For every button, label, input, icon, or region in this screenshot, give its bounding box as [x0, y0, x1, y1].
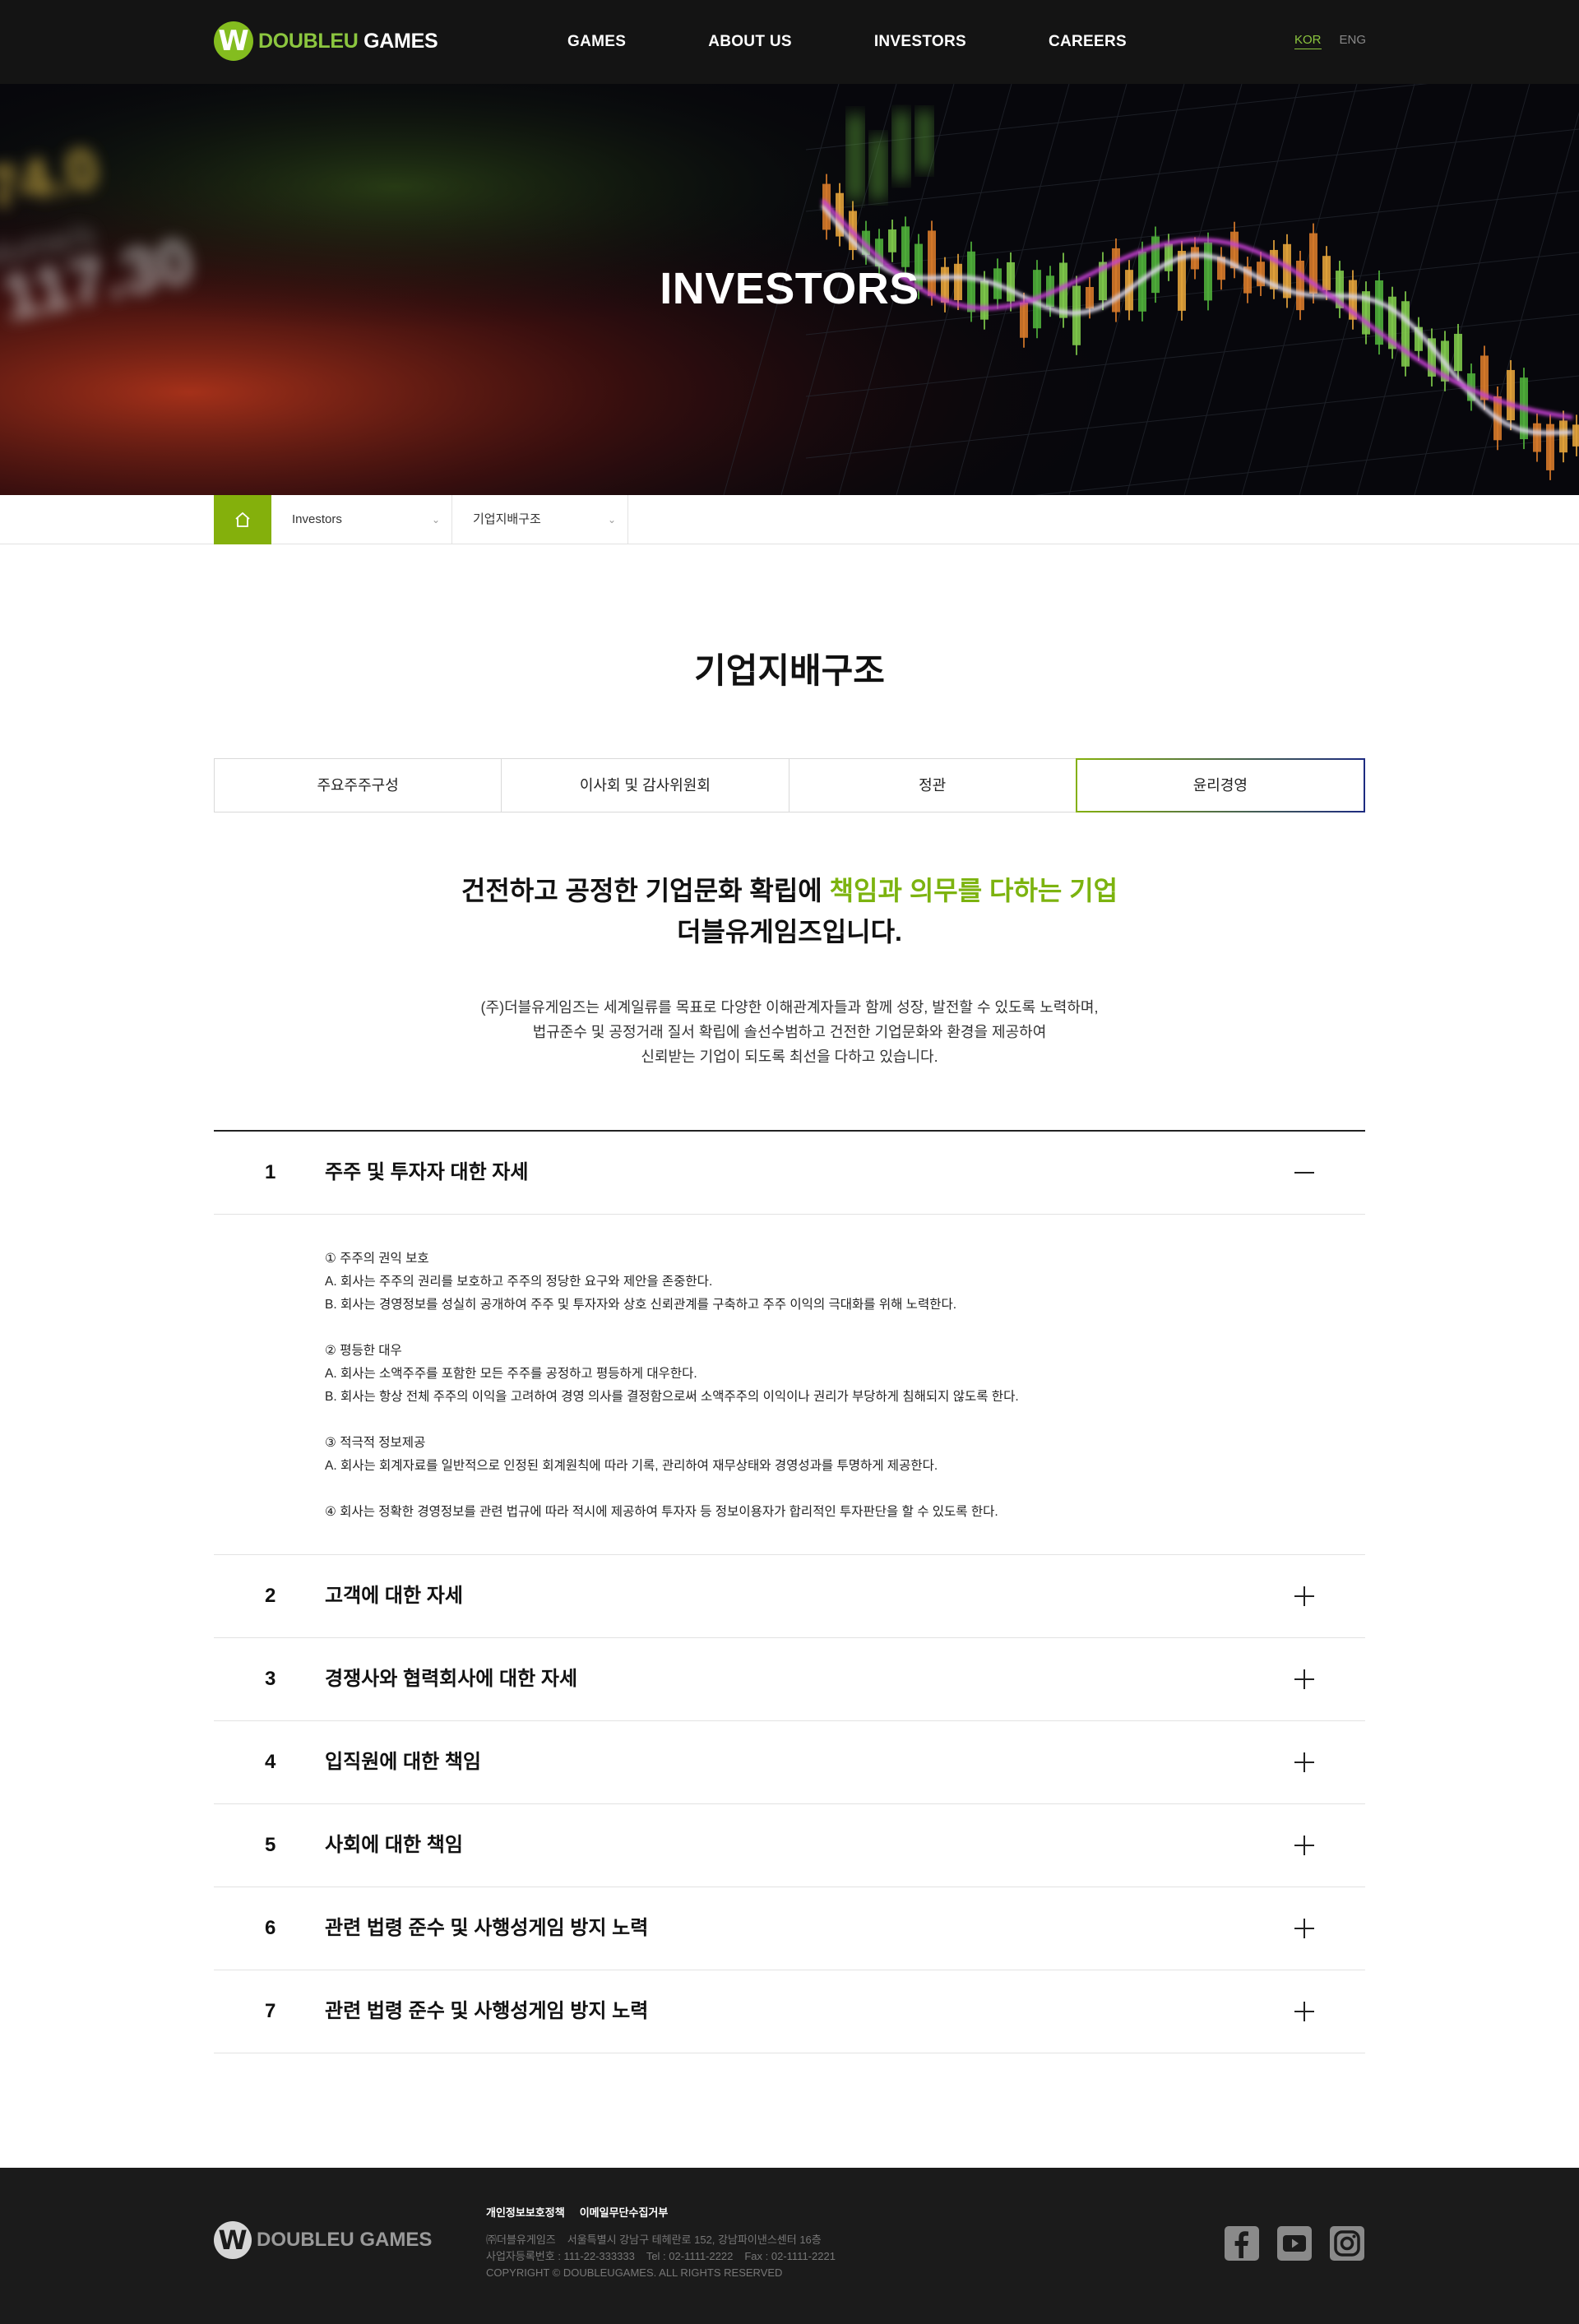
content-line: A. 회사는 주주의 권리를 보호하고 주주의 정당한 요구와 제안을 존중한다… [325, 1275, 713, 1289]
hero-banner: 74.0 117.30 olume/s INVESTORS [0, 84, 1579, 495]
plus-icon[interactable] [1294, 1752, 1314, 1772]
youtube-icon[interactable] [1276, 2225, 1313, 2262]
accordion-header[interactable]: 6 관련 법령 준수 및 사행성게임 방지 노력 [214, 1887, 1365, 1970]
accordion-number: 1 [265, 1161, 276, 1183]
content-line: B. 회사는 항상 전체 주주의 이익을 고려하여 경영 의사를 결정함으로써 … [325, 1390, 1019, 1404]
nav-careers[interactable]: CAREERS [1049, 0, 1127, 84]
content-line: ① 주주의 권익 보호 [325, 1252, 429, 1266]
main-nav: GAMES ABOUT US INVESTORS CAREERS [567, 0, 1127, 84]
phone-number: Tel : 02-1111-2222 [646, 2250, 734, 2262]
accordion-header[interactable]: 5 사회에 대한 책임 [214, 1804, 1365, 1887]
hero-title: INVESTORS [660, 264, 919, 313]
chevron-down-icon: ⌄ [431, 514, 440, 525]
instagram-icon[interactable] [1329, 2225, 1365, 2262]
accordion-number: 2 [265, 1585, 276, 1607]
logo-w-icon: W [214, 21, 253, 61]
privacy-policy-link[interactable]: 개인정보보호정책 [486, 2204, 565, 2220]
footer-links: 개인정보보호정책 이메일무단수집거부 [486, 2204, 668, 2220]
tab-major-shareholders[interactable]: 주요주주구성 [214, 758, 502, 812]
home-icon [235, 512, 250, 527]
accordion-title: 사회에 대한 책임 [325, 1834, 463, 1856]
breadcrumb-label: Investors [292, 512, 342, 526]
tab-board-audit[interactable]: 이사회 및 감사위원회 [501, 758, 790, 812]
breadcrumb-dropdown-governance[interactable]: 기업지배구조 ⌄ [452, 495, 628, 544]
accordion-title: 고객에 대한 자세 [325, 1585, 463, 1607]
facebook-icon[interactable] [1224, 2225, 1260, 2262]
content-line: ③ 적극적 정보제공 [325, 1436, 426, 1450]
content-line: ② 평등한 대우 [325, 1344, 402, 1358]
plus-icon[interactable] [1294, 1669, 1314, 1689]
footer-logo[interactable]: W DOUBLEU GAMES [214, 2221, 432, 2259]
accordion-number: 6 [265, 1917, 276, 1939]
breadcrumb-dropdown-investors[interactable]: Investors ⌄ [271, 495, 452, 544]
plus-icon[interactable] [1294, 1586, 1314, 1606]
business-number: 사업자등록번호 : 111-22-333333 [486, 2250, 635, 2262]
nav-investors[interactable]: INVESTORS [874, 0, 966, 84]
fax-number: Fax : 02-1111-2221 [744, 2250, 836, 2262]
lang-eng[interactable]: ENG [1340, 33, 1367, 49]
section-tabs: 주요주주구성 이사회 및 감사위원회 정관 윤리경영 [214, 758, 1365, 812]
minus-icon[interactable] [1294, 1163, 1314, 1183]
tab-ethics[interactable]: 윤리경영 [1075, 758, 1365, 812]
tab-articles[interactable]: 정관 [788, 758, 1077, 812]
accordion-header[interactable]: 3 경쟁사와 협력회사에 대한 자세 [214, 1638, 1365, 1721]
logo-text: DOUBLEU GAMES [258, 29, 438, 53]
accordion-number: 7 [265, 2000, 276, 2022]
accordion-header[interactable]: 4 입직원에 대한 책임 [214, 1721, 1365, 1804]
plus-icon[interactable] [1294, 1836, 1314, 1855]
accordion-number: 4 [265, 1751, 276, 1773]
email-refusal-link[interactable]: 이메일무단수집거부 [580, 2204, 669, 2220]
page-title: 기업지배구조 [694, 651, 885, 690]
lang-kor[interactable]: KOR [1294, 33, 1322, 49]
accordion-header[interactable]: 1 주주 및 투자자 대한 자세 [214, 1132, 1365, 1215]
intro-heading-text-2: 더블유게임즈입니다. [677, 917, 902, 947]
content-line: A. 회사는 소액주주를 포함한 모든 주주를 공정하고 평등하게 대우한다. [325, 1367, 697, 1381]
accordion-title: 관련 법령 준수 및 사행성게임 방지 노력 [325, 1917, 649, 1939]
accordion-content: ① 주주의 권익 보호 A. 회사는 주주의 권리를 보호하고 주주의 정당한 … [214, 1215, 1365, 1555]
language-switcher: KOR ENG [1294, 33, 1366, 49]
nav-games[interactable]: GAMES [567, 0, 626, 84]
company-address: 서울특별시 강남구 테헤란로 152, 강남파이낸스센터 16층 [567, 2234, 822, 2246]
content-line: A. 회사는 회계자료를 일반적으로 인정된 회계원칙에 따라 기록, 관리하여… [325, 1459, 938, 1473]
accordion-title: 주주 및 투자자 대한 자세 [325, 1161, 529, 1183]
intro-heading-text: 건전하고 공정한 기업문화 확립에 [461, 876, 830, 905]
company-name: ㈜더블유게임즈 [486, 2234, 556, 2246]
logo-w-icon: W [214, 2221, 252, 2259]
intro-description: (주)더블유게임즈는 세계일류를 목표로 다양한 이해관계자들과 함께 성장, … [0, 995, 1579, 1069]
content-line: B. 회사는 경영정보를 성실히 공개하여 주주 및 투자자와 상호 신뢰관계를… [325, 1298, 957, 1312]
footer-company-info: ㈜더블유게임즈 서울특별시 강남구 테헤란로 152, 강남파이낸스센터 16층 … [486, 2232, 836, 2281]
plus-icon[interactable] [1294, 1919, 1314, 1938]
intro-heading-accent: 책임과 의무를 다하는 기업 [829, 876, 1118, 905]
plus-icon[interactable] [1294, 2002, 1314, 2021]
accordion-header[interactable]: 2 고객에 대한 자세 [214, 1555, 1365, 1638]
accordion-number: 3 [265, 1668, 276, 1690]
breadcrumb: Investors ⌄ 기업지배구조 ⌄ [0, 495, 1579, 544]
breadcrumb-home-button[interactable] [214, 495, 271, 544]
copyright: COPYRIGHT © DOUBLEUGAMES. ALL RIGHTS RES… [486, 2266, 783, 2279]
ethics-accordion: 1 주주 및 투자자 대한 자세 ① 주주의 권익 보호 A. 회사는 주주의 … [214, 1130, 1365, 2053]
breadcrumb-label: 기업지배구조 [473, 512, 541, 526]
intro-line: (주)더블유게임즈는 세계일류를 목표로 다양한 이해관계자들과 함께 성장, … [480, 999, 1099, 1016]
accordion-title: 관련 법령 준수 및 사행성게임 방지 노력 [325, 2000, 649, 2022]
nav-about-us[interactable]: ABOUT US [708, 0, 792, 84]
accordion-title: 경쟁사와 협력회사에 대한 자세 [325, 1668, 578, 1690]
social-links [1224, 2225, 1382, 2262]
accordion-title: 입직원에 대한 책임 [325, 1751, 481, 1773]
chevron-down-icon: ⌄ [607, 514, 616, 525]
intro-heading: 건전하고 공정한 기업문화 확립에 책임과 의무를 다하는 기업 더블유게임즈입… [0, 870, 1579, 952]
content-line: ④ 회사는 정확한 경영정보를 관련 법규에 따라 적시에 제공하여 투자자 등… [325, 1505, 998, 1519]
site-header: W DOUBLEU GAMES GAMES ABOUT US INVESTORS… [0, 0, 1579, 84]
accordion-number: 5 [265, 1834, 276, 1856]
intro-line: 법규준수 및 공정거래 질서 확립에 솔선수범하고 건전한 기업문화와 환경을 … [532, 1024, 1047, 1040]
site-footer: W DOUBLEU GAMES 개인정보보호정책 이메일무단수집거부 ㈜더블유게… [0, 2168, 1579, 2324]
accordion-header[interactable]: 7 관련 법령 준수 및 사행성게임 방지 노력 [214, 1970, 1365, 2053]
footer-logo-text: DOUBLEU GAMES [257, 2229, 433, 2251]
intro-line: 신뢰받는 기업이 되도록 최선을 다하고 있습니다. [641, 1049, 938, 1065]
logo[interactable]: W DOUBLEU GAMES [214, 21, 438, 61]
